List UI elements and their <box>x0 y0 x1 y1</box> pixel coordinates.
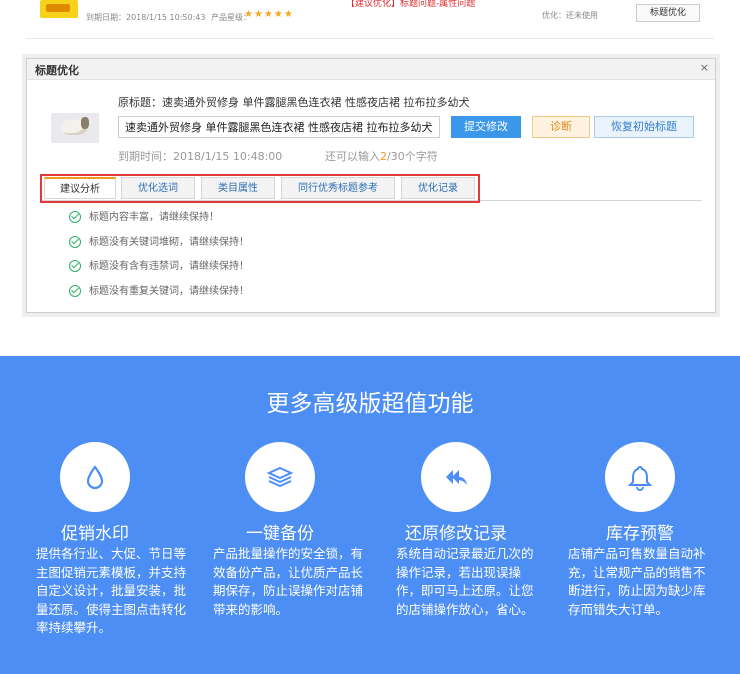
char-counter: 还可以输入2/30个字符 <box>325 150 438 163</box>
feature-desc: 产品批量操作的安全锁，有效备份产品，让优质产品长期保存，防止误操作对店铺带来的影… <box>213 546 364 617</box>
check-circle-icon <box>69 236 81 248</box>
feature-name: 库存预警 <box>606 524 674 544</box>
expire-date: 到期日期：2018/1/15 10:50:43 <box>86 13 206 22</box>
product-image <box>51 113 99 143</box>
close-icon[interactable]: × <box>700 61 709 74</box>
title-optimize-dialog: 标题优化 × 原标题：速卖通外贸修身 单件露腿黑色连衣裙 性感夜店裙 拉布拉多幼… <box>26 58 716 313</box>
submit-button[interactable]: 提交修改 <box>451 116 521 138</box>
check-item: 标题内容丰富，请继续保持！ <box>69 208 219 224</box>
water-drop-icon <box>60 442 130 512</box>
title-input[interactable]: 速卖通外贸修身 单件露腿黑色连衣裙 性感夜店裙 拉布拉多幼犬 <box>118 116 440 138</box>
bell-icon <box>605 442 675 512</box>
feature-desc: 提供各行业、大促、节日等主图促销元素模板，并支持自定义设计，批量安装，批量还原。… <box>36 546 187 635</box>
suggestion-link[interactable]: 【建议优化】标题问题-属性问题 <box>346 0 475 9</box>
feature-desc: 系统自动记录最近几次的操作记录，若出现误操作，即可马上还原。让您的店铺操作放心，… <box>396 546 534 617</box>
expire-time: 到期时间：2018/1/15 10:48:00 <box>118 150 283 163</box>
check-circle-icon <box>69 260 81 272</box>
check-item: 标题没有含有违禁词，请继续保持！ <box>69 257 249 273</box>
layers-icon <box>245 442 315 512</box>
dialog-header: 标题优化 × <box>27 59 715 80</box>
product-thumbnail <box>40 0 78 18</box>
features-section: 更多高级版超值功能 促销水印 提供各行业、大促、节日等主图促销元素模板，并支持自… <box>0 356 740 674</box>
dialog-title: 标题优化 <box>35 64 79 77</box>
tabs-highlight-box <box>40 174 480 203</box>
rating-stars: ★★★★★ <box>244 9 294 20</box>
check-item: 标题没有重复关键词，请继续保持！ <box>69 282 249 298</box>
feature-name: 促销水印 <box>61 524 129 544</box>
feature-name: 还原修改记录 <box>405 524 507 544</box>
optimize-status: 优化：还未使用 <box>542 11 598 20</box>
product-row: 到期日期：2018/1/15 10:50:43 产品星级： ★★★★★ 【建议优… <box>26 0 714 39</box>
check-circle-icon <box>69 285 81 297</box>
diagnose-button[interactable]: 诊断 <box>532 116 590 138</box>
features-heading: 更多高级版超值功能 <box>266 391 474 417</box>
undo-arrows-icon <box>421 442 491 512</box>
restore-title-button[interactable]: 恢复初始标题 <box>594 116 694 138</box>
check-circle-icon <box>69 211 81 223</box>
feature-desc: 店铺产品可售数量自动补充，让常规产品的销售不断进行，防止因为缺少库存而错失大订单… <box>568 546 706 617</box>
feature-name: 一键备份 <box>246 524 314 544</box>
original-title: 原标题：速卖通外贸修身 单件露腿黑色连衣裙 性感夜店裙 拉布拉多幼犬 <box>118 96 470 109</box>
title-optimize-button[interactable]: 标题优化 <box>636 4 700 22</box>
check-item: 标题没有关键词堆砌，请继续保持！ <box>69 233 249 249</box>
